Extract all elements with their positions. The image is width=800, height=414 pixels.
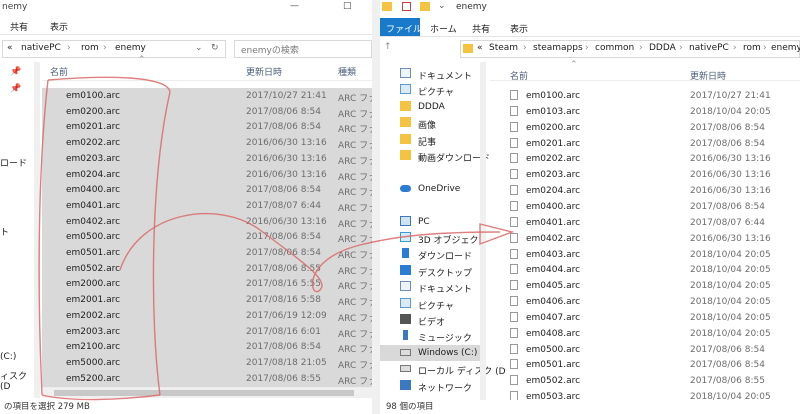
- annotation-arrow-head: [479, 223, 515, 246]
- annotation-left-loop: [38, 76, 171, 401]
- annotation-overlay: [38, 76, 515, 401]
- annotation-arrow-curve: [119, 212, 501, 293]
